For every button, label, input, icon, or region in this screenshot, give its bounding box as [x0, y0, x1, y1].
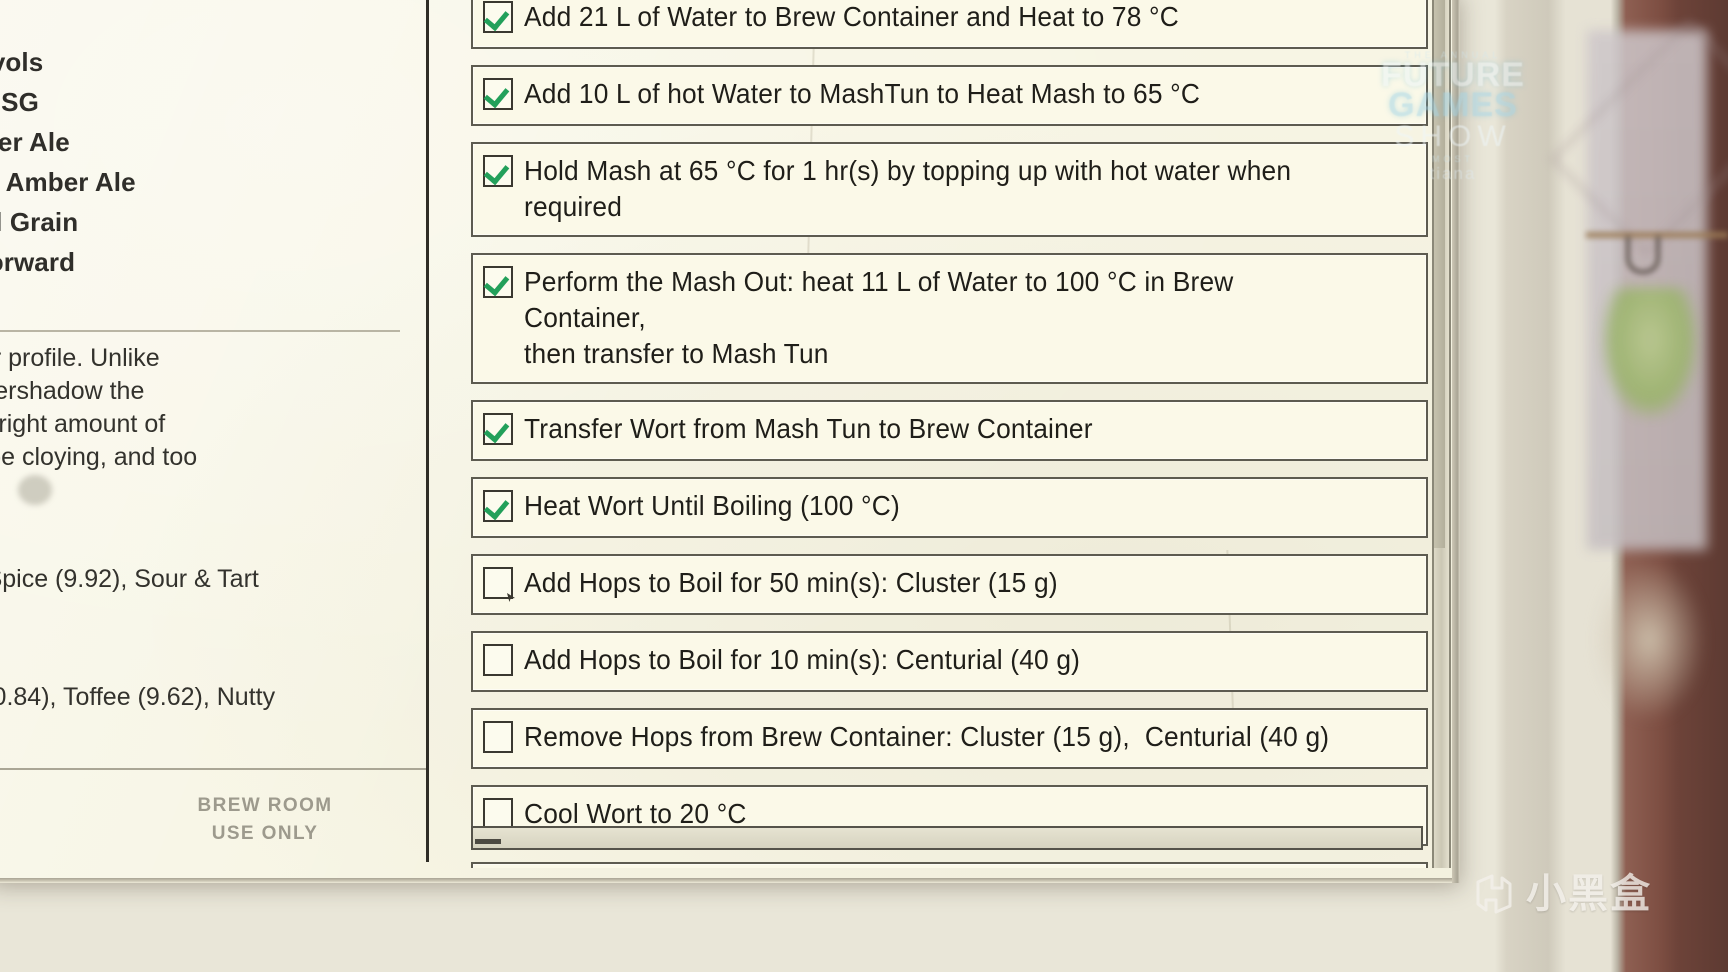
- spec-method-value: All Grain: [0, 207, 79, 237]
- spec-style: American Amber Ale: [0, 167, 136, 197]
- flavor-profile-line-a: Fruit & Spice (9.92), Sour & Tart: [0, 565, 259, 593]
- mouse-cursor-icon: [507, 593, 515, 602]
- spec-difficulty: Straightforward: [0, 247, 76, 277]
- paper-smudge: [18, 475, 52, 505]
- spec-category-value: Amber Ale: [0, 127, 70, 157]
- checklist-horizontal-scrollbar-thumb[interactable]: [475, 839, 501, 844]
- spec-carbonation-value: 2.140 vols: [0, 47, 44, 77]
- checkbox-checked-icon[interactable]: [483, 413, 513, 445]
- background-hook: [1626, 236, 1660, 274]
- spec-gravity-value: 1.05 SG: [0, 87, 39, 117]
- board-bottom-edge: [0, 878, 1460, 883]
- spec-color: 20 SRM: [0, 2, 420, 42]
- spec-category: ory - Amber Ale: [0, 122, 420, 162]
- checkbox-checked-icon[interactable]: [483, 78, 513, 110]
- recipe-spec-list: 20 SRM n - 2.140 vols vity - 1.05 SG ory…: [0, 2, 420, 282]
- checkbox-checked-icon[interactable]: [483, 1, 513, 33]
- checklist-row[interactable]: Add Hops to Boil for 10 min(s): Centuria…: [471, 631, 1428, 692]
- checkbox-unchecked-icon[interactable]: [483, 721, 513, 753]
- checklist-row-label: Add Hops to Boil for 50 min(s): Cluster …: [524, 567, 1058, 598]
- footer-divider: [0, 768, 428, 770]
- description-line: does not overshadow the: [0, 377, 145, 405]
- game-screenshot: 20 SRM n - 2.140 vols vity - 1.05 SG ory…: [0, 0, 1728, 972]
- checklist-row[interactable]: Hold Mash at 65 °C for 1 hr(s) by toppin…: [471, 142, 1428, 237]
- checklist-row[interactable]: Remove Hops from Brew Container: Cluster…: [471, 708, 1428, 769]
- flavor-profile-line-b: nel (10.84), Toffee (9.62), Nutty 24): [0, 680, 428, 748]
- recipe-description: anced flavor profile. Unlike does not ov…: [0, 342, 425, 507]
- checklist-row-label: Add 21 L of Water to Brew Container and …: [524, 1, 1179, 32]
- checkbox-checked-icon[interactable]: [483, 490, 513, 522]
- checklist-row[interactable]: Perform the Mash Out: heat 11 L of Water…: [471, 253, 1428, 384]
- background-hop-plant: [1602, 288, 1698, 418]
- brew-step-checklist[interactable]: Add 21 L of Water to Brew Container and …: [443, 0, 1453, 868]
- description-line: rely.: [0, 474, 425, 507]
- checkbox-unchecked-icon[interactable]: [483, 567, 515, 602]
- checklist-horizontal-scrollbar-track[interactable]: [471, 826, 1423, 850]
- checklist-row-label: Add Hops to Boil for 10 min(s): Centuria…: [524, 644, 1081, 675]
- checklist-row-label: Remove Hops from Brew Container: Cluster…: [524, 721, 1330, 752]
- recipe-info-panel: 20 SRM n - 2.140 vols vity - 1.05 SG ory…: [0, 0, 428, 862]
- checklist-row[interactable]: Add 10 L of hot Water to MashTun to Heat…: [471, 65, 1428, 126]
- checklist-vertical-scrollbar-track[interactable]: [1432, 0, 1451, 868]
- brew-room-note-line-1: BREW ROOM: [197, 795, 333, 816]
- checklist-row-label: Add 10 L of hot Water to MashTun to Heat…: [524, 78, 1201, 109]
- brew-room-use-only-note: BREW ROOM USE ONLY: [130, 792, 400, 848]
- flavor-line: 24): [0, 714, 428, 748]
- checklist-row-label: Perform the Mash Out: heat 11 L of Water…: [524, 266, 1234, 369]
- checklist-row-label: Heat Wort Until Boiling (100 °C): [524, 490, 900, 521]
- background-object: [1594, 560, 1704, 720]
- checklist-row[interactable]: Add Hops to Boil for 50 min(s): Cluster …: [471, 554, 1428, 615]
- checklist-vertical-scrollbar-thumb[interactable]: [1434, 0, 1445, 548]
- brew-room-note-line-2: USE ONLY: [211, 823, 319, 844]
- description-line: much may be cloying, and too: [0, 443, 198, 471]
- board-right-edge: [1452, 0, 1460, 883]
- checklist-row[interactable]: Add 21 L of Water to Brew Container and …: [471, 0, 1428, 49]
- checklist-row-label: Transfer Wort from Mash Tun to Brew Cont…: [524, 413, 1093, 444]
- checklist-rows: Add 21 L of Water to Brew Container and …: [443, 0, 1453, 868]
- checklist-row-label: Hold Mash at 65 °C for 1 hr(s) by toppin…: [524, 155, 1299, 222]
- flavor-line: nel (10.84), Toffee (9.62), Nutty: [0, 683, 276, 711]
- checkbox-unchecked-icon[interactable]: [483, 644, 513, 676]
- spec-gravity: vity - 1.05 SG: [0, 82, 420, 122]
- checklist-row[interactable]: Transfer to Fermentation Container: [471, 862, 1428, 868]
- panel-divider: [426, 0, 429, 862]
- spec-carbonation: n - 2.140 vols: [0, 42, 420, 82]
- description-line: anced flavor profile. Unlike: [0, 344, 160, 372]
- description-line: ling just the right amount of: [0, 410, 166, 438]
- checkbox-checked-icon[interactable]: [483, 266, 513, 298]
- checklist-row[interactable]: Transfer Wort from Mash Tun to Brew Cont…: [471, 400, 1428, 461]
- spec-method: ethod - All Grain: [0, 202, 420, 242]
- section-divider: [0, 330, 400, 332]
- checkbox-checked-icon[interactable]: [483, 155, 513, 187]
- checklist-row[interactable]: Heat Wort Until Boiling (100 °C): [471, 477, 1428, 538]
